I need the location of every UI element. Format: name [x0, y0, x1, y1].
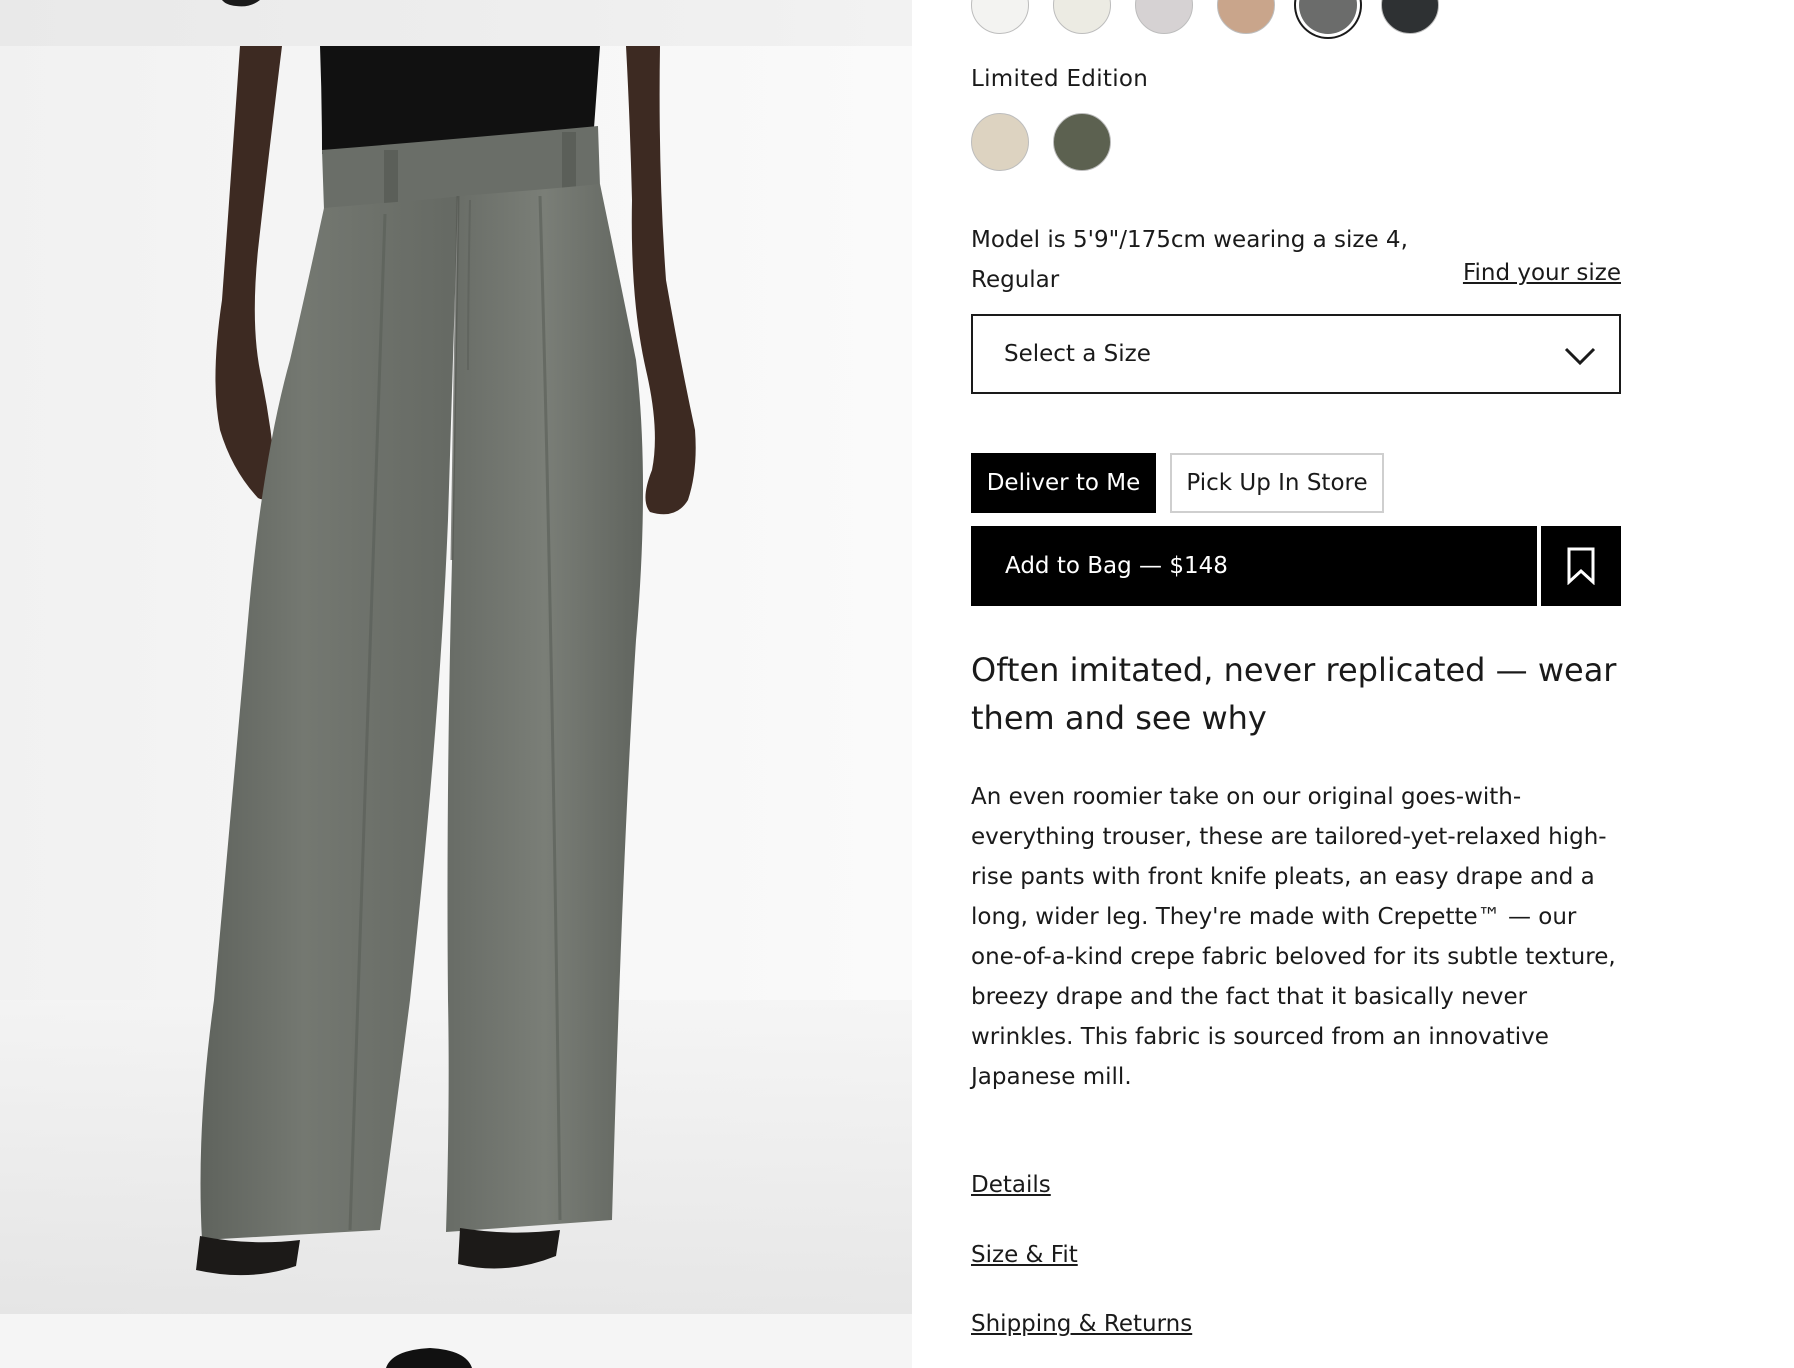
model-info: Model is 5'9"/175cm wearing a size 4, Re…	[971, 227, 1408, 293]
color-swatch-camel[interactable]	[1217, 0, 1275, 34]
deliver-to-me-tab[interactable]: Deliver to Me	[971, 453, 1156, 513]
color-swatch-light-grey[interactable]	[1135, 0, 1193, 34]
product-gallery	[0, 0, 912, 1368]
limited-edition-label: Limited Edition	[971, 66, 1149, 92]
color-swatch-charcoal[interactable]	[1381, 0, 1439, 34]
limited-edition-swatches	[971, 113, 1111, 171]
product-image-main[interactable]	[0, 46, 912, 1314]
size-select-placeholder: Select a Size	[1004, 341, 1151, 367]
product-page: Limited Edition Model is 5'9"/175cm wear…	[0, 0, 1794, 1368]
add-to-bag-button[interactable]: Add to Bag — $148	[971, 526, 1537, 606]
gallery-image-next[interactable]	[0, 1314, 912, 1368]
find-your-size-link[interactable]: Find your size	[1463, 260, 1621, 286]
color-swatch-olive[interactable]	[1053, 113, 1111, 171]
color-swatches	[971, 0, 1439, 34]
bookmark-icon	[1567, 547, 1595, 585]
size-select-dropdown[interactable]: Select a Size	[971, 314, 1621, 394]
color-swatch-grey[interactable]	[1299, 0, 1357, 34]
chevron-down-icon	[1564, 347, 1596, 366]
pick-up-in-store-tab[interactable]: Pick Up In Store	[1170, 453, 1384, 513]
size-fit-link[interactable]: Size & Fit	[971, 1242, 1078, 1268]
product-description: An even roomier take on our original goe…	[971, 784, 1616, 1090]
color-swatch-ivory[interactable]	[1053, 0, 1111, 34]
product-headline: Often imitated, never replicated — wear …	[971, 651, 1617, 737]
purchase-actions: Add to Bag — $148	[971, 526, 1621, 606]
color-swatch-white[interactable]	[971, 0, 1029, 34]
color-swatch-sand[interactable]	[971, 113, 1029, 171]
details-link[interactable]: Details	[971, 1172, 1051, 1198]
gallery-image-previous[interactable]	[0, 0, 912, 46]
wishlist-button[interactable]	[1541, 526, 1621, 606]
shipping-returns-link[interactable]: Shipping & Returns	[971, 1311, 1192, 1337]
delivery-options: Deliver to Me Pick Up In Store	[971, 453, 1384, 513]
